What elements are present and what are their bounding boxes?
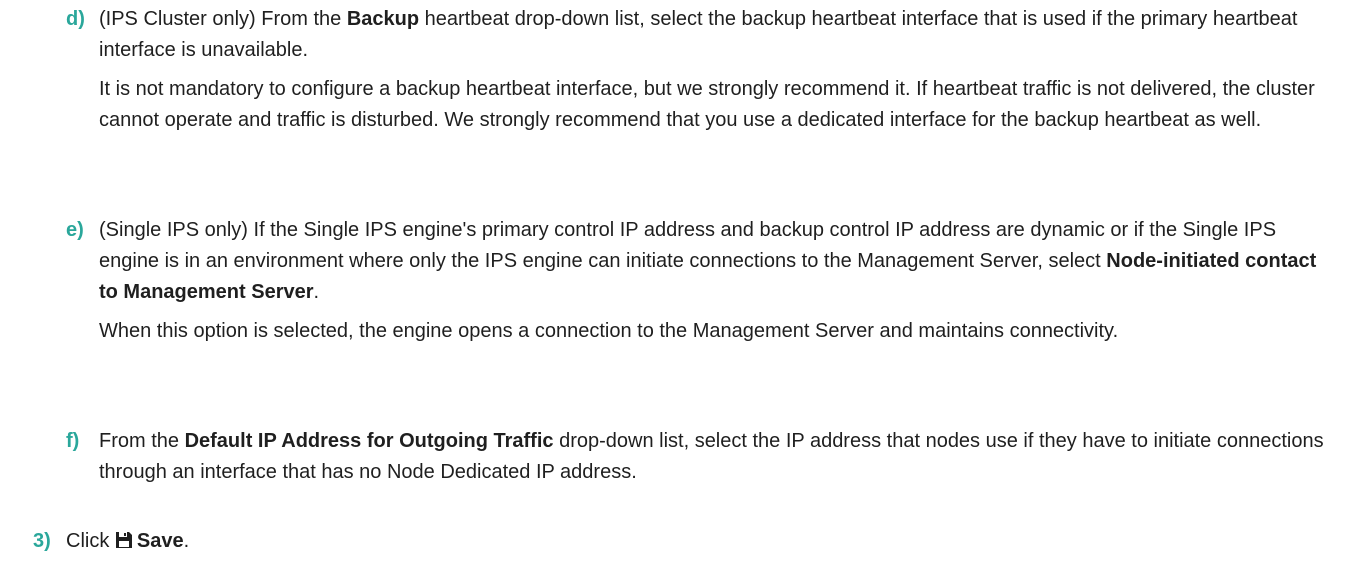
ui-term-default-ip-address: Default IP Address for Outgoing Traffic	[184, 430, 554, 452]
save-icon	[115, 532, 132, 548]
note-paragraph: When this option is selected, the engine…	[99, 320, 1119, 342]
substep-marker: f)	[66, 430, 80, 452]
substep-marker: e)	[66, 219, 84, 241]
ui-term-save: Save	[136, 530, 184, 552]
instruction-text: (IPS Cluster only) From the	[99, 8, 347, 30]
instruction-paragraph: From the Default IP Address for Outgoing…	[99, 426, 1339, 488]
step-marker: 3)	[33, 530, 51, 552]
substep-marker: d)	[66, 8, 85, 30]
instruction-text: Click	[66, 530, 115, 552]
note-paragraph: It is not mandatory to configure a backu…	[99, 78, 1315, 131]
instruction-text: .	[313, 281, 320, 303]
instruction-text: .	[183, 530, 190, 552]
instruction-paragraph: (Single IPS only) If the Single IPS engi…	[99, 215, 1339, 308]
instruction-text: From the	[99, 430, 185, 452]
instruction-paragraph: (IPS Cluster only) From the Backup heart…	[99, 4, 1339, 66]
step-body: Click Save.	[66, 526, 666, 557]
substep-body: (Single IPS only) If the Single IPS engi…	[99, 215, 1339, 347]
ui-term-backup: Backup	[346, 8, 420, 30]
substep-body: From the Default IP Address for Outgoing…	[99, 426, 1339, 488]
substep-body: (IPS Cluster only) From the Backup heart…	[99, 4, 1339, 136]
instruction-text: (Single IPS only) If the Single IPS engi…	[99, 219, 1277, 272]
